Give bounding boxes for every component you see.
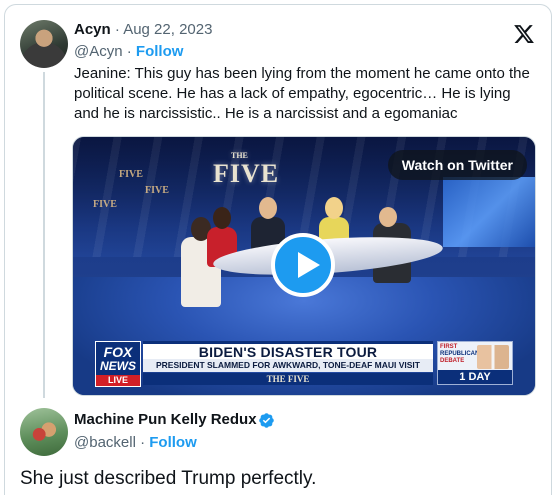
debate-label: FIRST REPUBLICAN DEBATE [440, 344, 479, 365]
side-show-logo: FIVE [119, 169, 143, 180]
thread-connector-line [43, 72, 45, 398]
quoted-author-handle[interactable]: @Acyn [74, 43, 123, 60]
verified-badge-icon [259, 413, 274, 428]
debate-label-line: FIRST [440, 344, 458, 350]
debate-countdown-box: FIRST REPUBLICAN DEBATE 1 DAY [437, 341, 513, 385]
quoted-tweet-date[interactable]: Aug 22, 2023 [123, 21, 212, 38]
panelist-head [325, 197, 343, 219]
side-show-logo: FIVE [145, 185, 169, 196]
header-separator: · [114, 21, 120, 38]
side-show-logo: FIVE [93, 199, 117, 210]
panelist-head [213, 207, 231, 229]
network-logo-bottom: NEWS [100, 359, 136, 373]
debate-candidates-image [477, 345, 509, 369]
video-thumbnail[interactable]: FIVE FIVE FIVE THE FIVE Watch on Twitter… [72, 136, 536, 396]
handle-separator: · [140, 434, 146, 451]
fox-news-logo: FOX NEWS LIVE [95, 341, 141, 387]
network-logo-top: FOX [103, 344, 133, 360]
author-name[interactable]: Machine Pun Kelly Redux [74, 410, 257, 430]
handle-separator: · [126, 43, 132, 60]
play-icon[interactable] [271, 233, 335, 297]
chyron-show-name: THE FIVE [143, 373, 433, 385]
quoted-follow-link[interactable]: Follow [136, 43, 184, 60]
x-logo-icon[interactable] [513, 23, 535, 45]
follow-link[interactable]: Follow [149, 434, 197, 451]
debate-countdown: 1 DAY [438, 370, 512, 384]
quoted-author-subline: @Acyn · Follow [74, 42, 183, 62]
panelist-head [379, 207, 397, 227]
show-logo-small: THE [231, 151, 248, 160]
live-badge: LIVE [96, 375, 140, 386]
show-logo-text: FIVE [213, 159, 280, 188]
studio-screen [443, 177, 535, 247]
quoted-tweet-text: Jeanine: This guy has been lying from th… [74, 65, 530, 122]
tweet-text: She just described Trump perfectly. [20, 468, 317, 489]
author-subline: @backell · Follow [74, 433, 197, 453]
debate-label-line: REPUBLICAN [440, 351, 480, 357]
news-chyron: FOX NEWS LIVE BIDEN'S DISASTER TOUR PRES… [95, 341, 515, 389]
author-avatar[interactable] [20, 408, 68, 456]
watch-on-twitter-button[interactable]: Watch on Twitter [387, 150, 527, 180]
show-logo: THE FIVE [213, 151, 280, 189]
debate-label-line: DEBATE [440, 358, 465, 364]
quoted-author-name[interactable]: Acyn [74, 21, 111, 38]
chyron-main: BIDEN'S DISASTER TOUR PRESIDENT SLAMMED … [143, 341, 433, 372]
author-handle[interactable]: @backell [74, 434, 136, 451]
quoted-author-header: Acyn · Aug 22, 2023 [74, 20, 212, 40]
panelist-head [259, 197, 277, 219]
quoted-author-avatar[interactable] [20, 20, 68, 68]
chyron-subhead: PRESIDENT SLAMMED FOR AWKWARD, TONE-DEAF… [143, 359, 433, 372]
